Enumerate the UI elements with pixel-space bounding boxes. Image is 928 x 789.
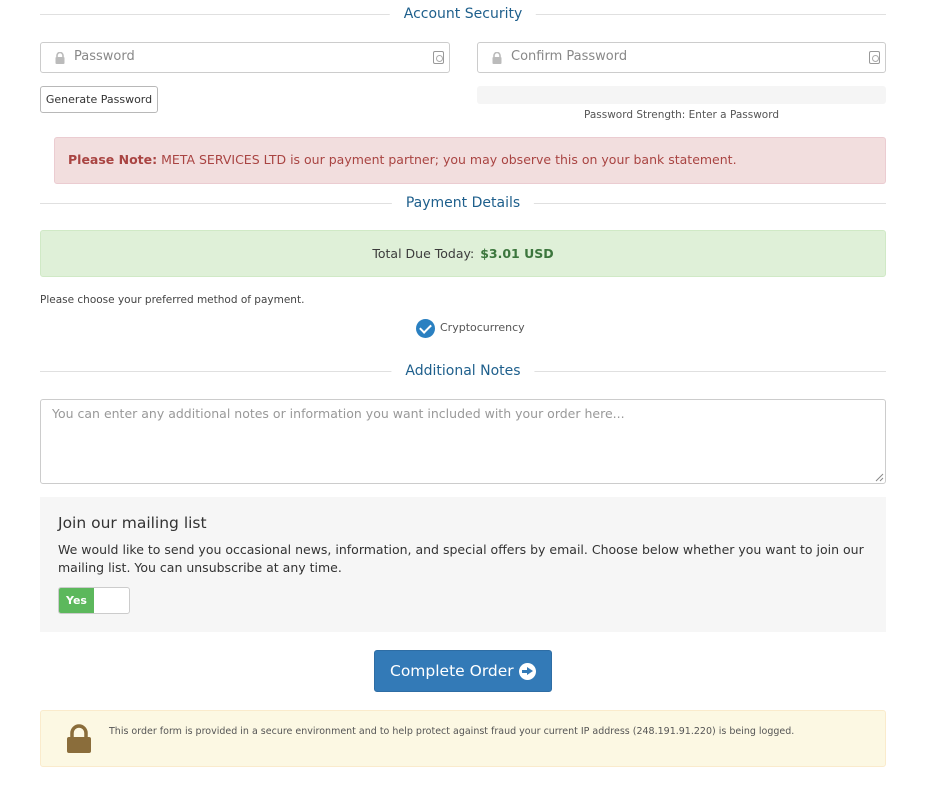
lock-icon (492, 52, 502, 64)
complete-order-label: Complete Order (390, 662, 514, 680)
account-security-header: Account Security (40, 5, 886, 25)
complete-order-button[interactable]: Complete Order (374, 650, 552, 692)
password-field[interactable]: Password (40, 42, 450, 73)
password-manager-icon[interactable] (869, 51, 880, 64)
toggle-yes-label: Yes (59, 588, 94, 613)
lock-icon (55, 52, 65, 64)
total-due-box: Total Due Today: $3.01 USD (40, 230, 886, 277)
payment-details-header: Payment Details (40, 194, 886, 214)
additional-notes-header: Additional Notes (40, 362, 886, 382)
additional-notes-textarea[interactable] (40, 399, 886, 484)
padlock-icon (67, 724, 91, 753)
payment-method-label: Cryptocurrency (440, 321, 525, 334)
mailing-list-description: We would like to send you occasional new… (58, 542, 864, 575)
password-strength-bar (477, 86, 886, 104)
section-title: Account Security (389, 5, 537, 24)
section-title: Additional Notes (391, 362, 535, 381)
mailing-list-title: Join our mailing list (58, 514, 207, 532)
mailing-list-toggle[interactable]: Yes (58, 587, 130, 614)
secure-environment-notice: This order form is provided in a secure … (40, 710, 886, 767)
password-manager-icon[interactable] (433, 51, 444, 64)
notice-bold: Please Note: (68, 152, 158, 167)
confirm-password-field[interactable]: Confirm Password (477, 42, 886, 73)
notice-text: META SERVICES LTD is our payment partner… (161, 152, 737, 167)
password-strength-text: Password Strength: Enter a Password (583, 109, 779, 121)
mailing-list-panel: Join our mailing list We would like to s… (40, 497, 886, 632)
resize-grip-icon[interactable] (874, 472, 884, 482)
payment-partner-notice: Please Note: META SERVICES LTD is our pa… (54, 137, 886, 184)
password-placeholder: Password (74, 49, 135, 64)
check-circle-icon[interactable] (416, 319, 435, 338)
section-title: Payment Details (391, 194, 535, 213)
payment-method-instructions: Please choose your preferred method of p… (40, 294, 305, 306)
secure-text: This order form is provided in a secure … (109, 726, 795, 737)
generate-password-button[interactable]: Generate Password (40, 86, 158, 113)
confirm-password-placeholder: Confirm Password (511, 49, 628, 64)
arrow-circle-right-icon (519, 663, 536, 680)
total-label: Total Due Today: (372, 246, 475, 261)
total-amount: $3.01 USD (480, 246, 554, 261)
